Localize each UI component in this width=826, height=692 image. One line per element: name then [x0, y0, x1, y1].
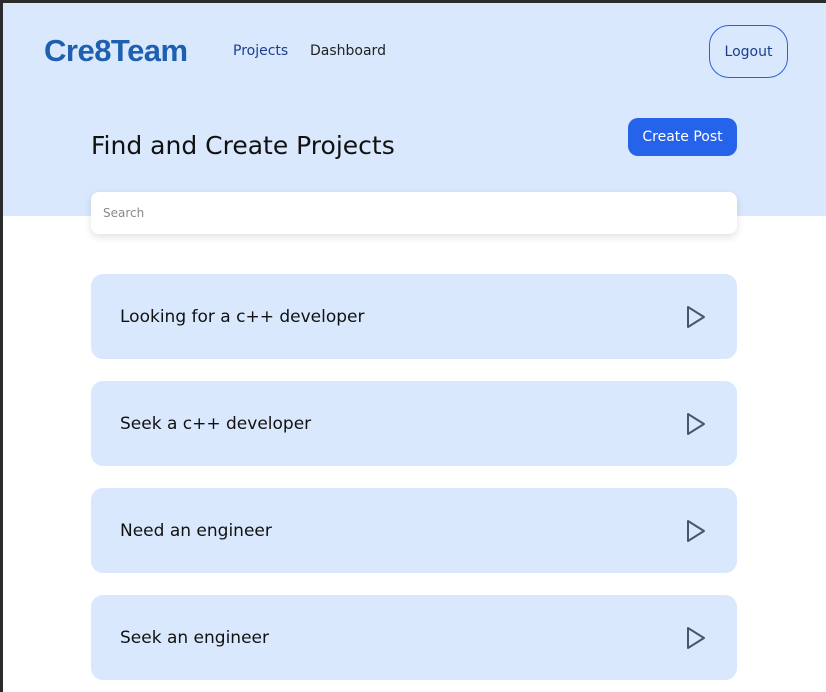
play-icon[interactable] — [685, 518, 707, 544]
page-title: Find and Create Projects — [91, 131, 395, 160]
play-icon[interactable] — [685, 411, 707, 437]
post-list: Looking for a c++ developer Seek a c++ d… — [91, 274, 737, 692]
post-title: Seek an engineer — [120, 627, 269, 648]
nav-dashboard-link[interactable]: Dashboard — [310, 43, 386, 59]
create-post-button[interactable]: Create Post — [628, 118, 737, 156]
post-card[interactable]: Need an engineer — [91, 488, 737, 573]
play-icon[interactable] — [685, 625, 707, 651]
nav-projects-link[interactable]: Projects — [233, 43, 288, 59]
post-card[interactable]: Looking for a c++ developer — [91, 274, 737, 359]
post-title: Seek a c++ developer — [120, 413, 312, 434]
play-icon[interactable] — [685, 304, 707, 330]
logout-button[interactable]: Logout — [709, 25, 788, 78]
post-card[interactable]: Seek a c++ developer — [91, 381, 737, 466]
brand-logo[interactable]: Cre8Team — [44, 33, 188, 69]
post-title: Need an engineer — [120, 520, 272, 541]
app-window: Cre8Team Projects Dashboard Logout Find … — [0, 0, 826, 692]
search-input[interactable] — [91, 192, 737, 234]
post-card[interactable]: Seek an engineer — [91, 595, 737, 680]
post-title: Looking for a c++ developer — [120, 306, 365, 327]
